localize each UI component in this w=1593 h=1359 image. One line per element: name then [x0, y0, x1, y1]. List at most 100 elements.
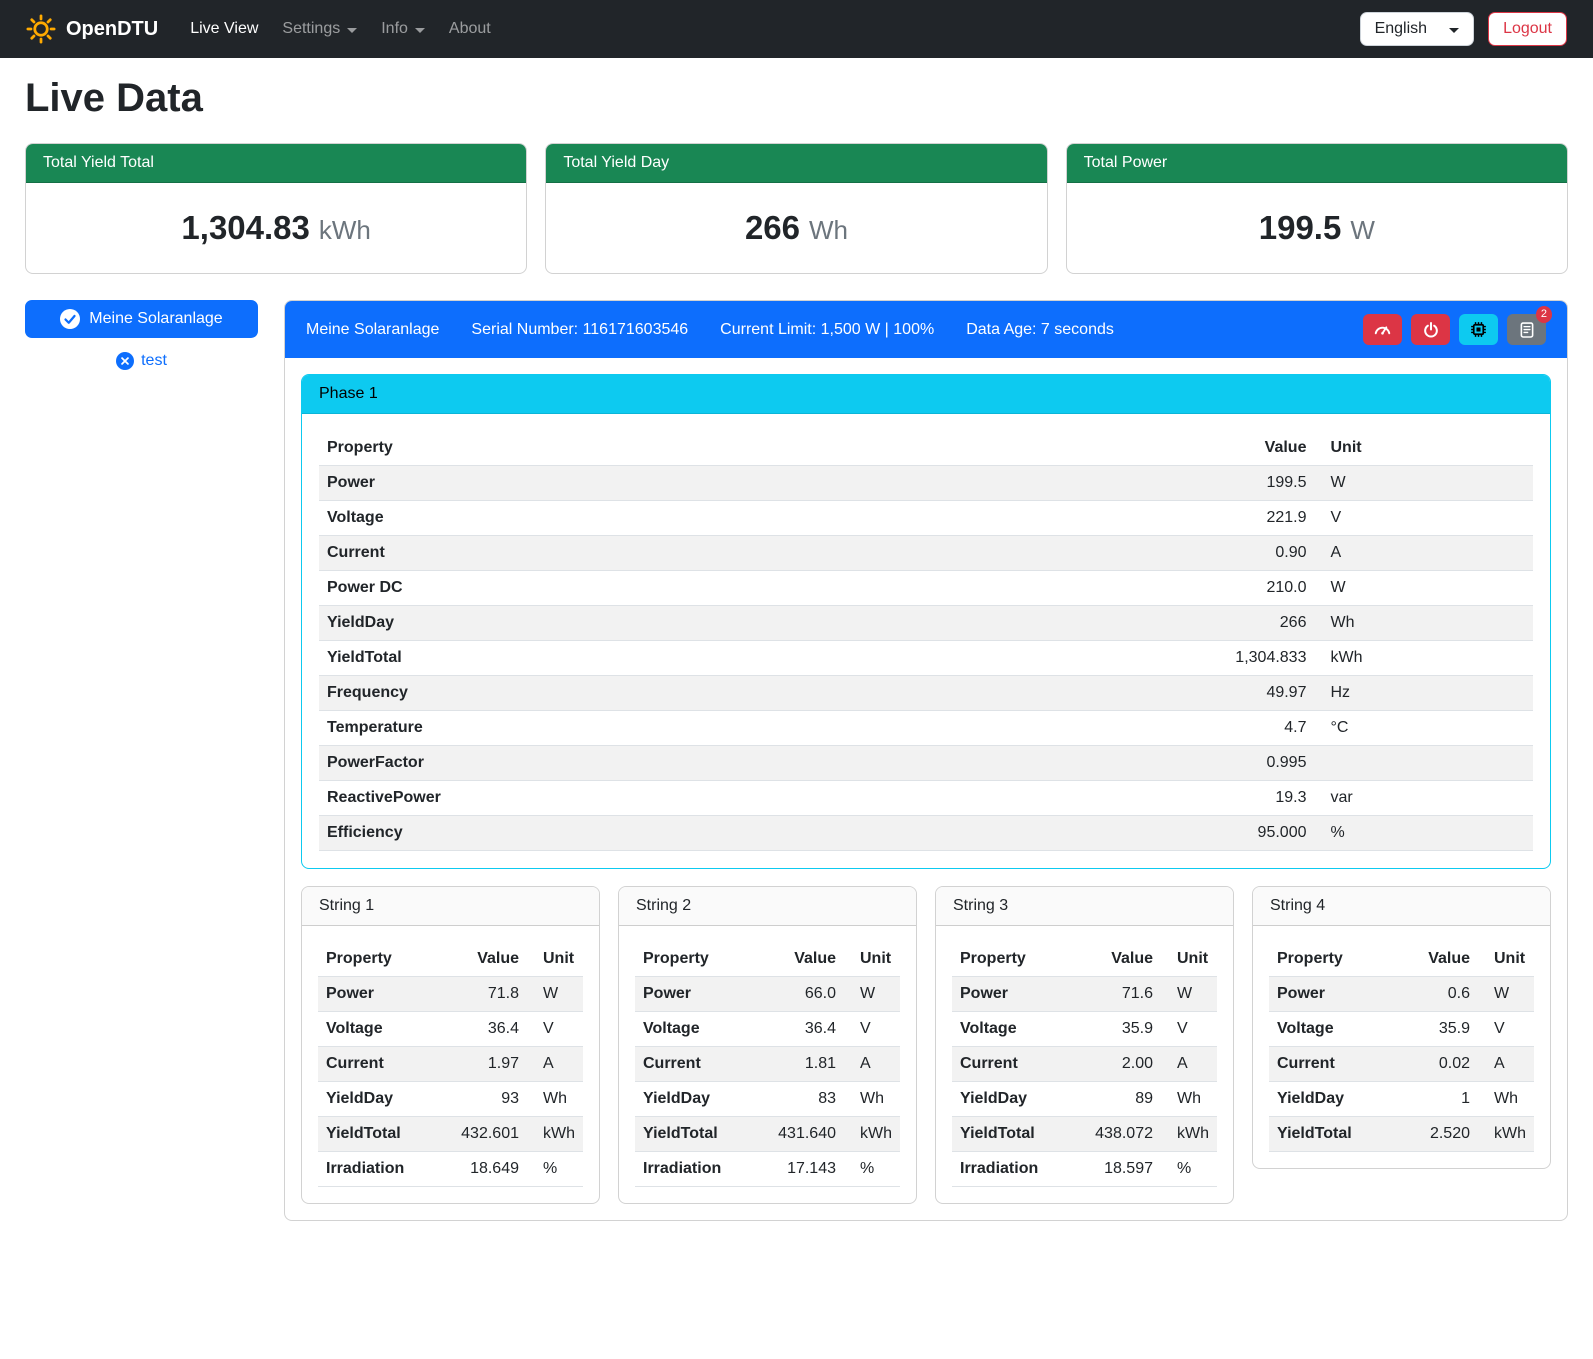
page-title: Live Data — [25, 76, 1568, 121]
inverter-data-age: Data Age: 7 seconds — [966, 321, 1114, 339]
string-card-body: Property Value Unit Power66.0WVoltage36.… — [619, 926, 916, 1203]
sidebar-item-meine-solaranlage[interactable]: Meine Solaranlage — [25, 300, 258, 338]
nav-item-live-view[interactable]: Live View — [182, 12, 266, 46]
sidebar-item-test[interactable]: test — [25, 352, 258, 370]
string-table: Property Value Unit Power71.8WVoltage36.… — [318, 942, 583, 1187]
value-cell: 438.072 — [1069, 1117, 1161, 1152]
table-row: Temperature4.7°C — [319, 711, 1533, 746]
column-header-value: Value — [752, 942, 844, 977]
value-cell: 83 — [752, 1082, 844, 1117]
property-cell: Temperature — [319, 711, 915, 746]
value-cell: 1 — [1397, 1082, 1478, 1117]
unit-cell: Hz — [1314, 676, 1533, 711]
property-cell: ReactivePower — [319, 781, 915, 816]
summary-card-body: 266Wh — [546, 183, 1046, 273]
column-header-property: Property — [635, 942, 752, 977]
inverter-panel-body: Phase 1 Property Value Unit Power199.5WV… — [285, 358, 1567, 1220]
table-row: YieldTotal432.601kWh — [318, 1117, 583, 1152]
language-select-value: English — [1375, 20, 1427, 38]
chevron-down-icon — [415, 28, 425, 33]
value-cell: 71.8 — [435, 977, 527, 1012]
nav-item-info[interactable]: Info — [373, 12, 433, 46]
limit-settings-button[interactable] — [1363, 314, 1402, 345]
unit-cell: A — [1478, 1047, 1534, 1082]
unit-cell: Wh — [844, 1082, 900, 1117]
string-card: String 1 Property Value Unit Power71.8WV… — [301, 886, 600, 1204]
inverter-name: Meine Solaranlage — [306, 321, 439, 339]
content-row: Meine Solaranlage test Meine Solaranlage… — [25, 300, 1568, 1221]
property-cell: YieldDay — [318, 1082, 435, 1117]
power-toggle-button[interactable] — [1411, 314, 1450, 345]
unit-cell: kWh — [1478, 1117, 1534, 1152]
table-row: Power DC210.0W — [319, 571, 1533, 606]
gauge-icon — [1373, 320, 1392, 339]
table-row: YieldDay266Wh — [319, 606, 1533, 641]
property-cell: Current — [319, 536, 915, 571]
property-cell: YieldTotal — [952, 1117, 1069, 1152]
column-header-property: Property — [1269, 942, 1397, 977]
property-cell: YieldTotal — [1269, 1117, 1397, 1152]
sidebar-item-label: Meine Solaranlage — [89, 310, 222, 328]
unit-cell: W — [527, 977, 583, 1012]
inverter-actions: 2 — [1363, 314, 1546, 345]
column-header-unit: Unit — [1478, 942, 1534, 977]
summary-card-body: 199.5W — [1067, 183, 1567, 273]
unit-cell: kWh — [1314, 641, 1533, 676]
event-count-badge: 2 — [1536, 306, 1552, 323]
string-card: String 3 Property Value Unit Power71.6WV… — [935, 886, 1234, 1204]
column-header-unit: Unit — [527, 942, 583, 977]
summary-unit: Wh — [809, 215, 848, 245]
nav-item-label: Settings — [282, 20, 340, 38]
inverter-current-limit: Current Limit: 1,500 W | 100% — [720, 321, 934, 339]
cpu-icon — [1469, 320, 1488, 339]
table-row: Current1.81A — [635, 1047, 900, 1082]
property-cell: Irradiation — [635, 1152, 752, 1187]
nav-item-settings[interactable]: Settings — [274, 12, 365, 46]
value-cell: 210.0 — [915, 571, 1315, 606]
column-header-property: Property — [319, 431, 915, 466]
page-container: Live Data Total Yield Total 1,304.83kWh … — [0, 76, 1593, 1251]
table-row: Efficiency95.000% — [319, 816, 1533, 851]
value-cell: 4.7 — [915, 711, 1315, 746]
unit-cell: A — [527, 1047, 583, 1082]
table-row: PowerFactor0.995 — [319, 746, 1533, 781]
table-row: Power71.8W — [318, 977, 583, 1012]
logout-button[interactable]: Logout — [1488, 12, 1567, 46]
value-cell: 35.9 — [1397, 1012, 1478, 1047]
language-select[interactable]: English — [1360, 12, 1474, 46]
table-row: Frequency49.97Hz — [319, 676, 1533, 711]
property-cell: Power — [1269, 977, 1397, 1012]
unit-cell: W — [1314, 466, 1533, 501]
string-table: Property Value Unit Power66.0WVoltage36.… — [635, 942, 900, 1187]
nav-links: Live View Settings Info About — [182, 12, 499, 46]
property-cell: Power DC — [319, 571, 915, 606]
nav-item-about[interactable]: About — [441, 12, 499, 46]
column-header-unit: Unit — [1161, 942, 1217, 977]
table-row: Voltage35.9V — [1269, 1012, 1534, 1047]
unit-cell: V — [844, 1012, 900, 1047]
device-info-button[interactable] — [1459, 314, 1498, 345]
property-cell: Power — [952, 977, 1069, 1012]
brand[interactable]: OpenDTU — [26, 14, 158, 44]
event-log-button[interactable]: 2 — [1507, 314, 1546, 345]
property-cell: Current — [1269, 1047, 1397, 1082]
phase-card: Phase 1 Property Value Unit Power199.5WV… — [301, 374, 1551, 869]
table-row: Power66.0W — [635, 977, 900, 1012]
property-cell: Current — [952, 1047, 1069, 1082]
power-icon — [1422, 321, 1440, 339]
property-cell: YieldDay — [635, 1082, 752, 1117]
value-cell: 93 — [435, 1082, 527, 1117]
table-row: Power71.6W — [952, 977, 1217, 1012]
table-header-row: Property Value Unit — [318, 942, 583, 977]
property-cell: Current — [318, 1047, 435, 1082]
table-row: YieldTotal1,304.833kWh — [319, 641, 1533, 676]
table-row: Current0.02A — [1269, 1047, 1534, 1082]
string-table: Property Value Unit Power0.6WVoltage35.9… — [1269, 942, 1534, 1152]
unit-cell: V — [527, 1012, 583, 1047]
table-row: YieldTotal2.520kWh — [1269, 1117, 1534, 1152]
table-row: YieldDay89Wh — [952, 1082, 1217, 1117]
value-cell: 0.995 — [915, 746, 1315, 781]
value-cell: 18.597 — [1069, 1152, 1161, 1187]
unit-cell: % — [527, 1152, 583, 1187]
summary-card-header: Total Yield Total — [26, 144, 526, 183]
